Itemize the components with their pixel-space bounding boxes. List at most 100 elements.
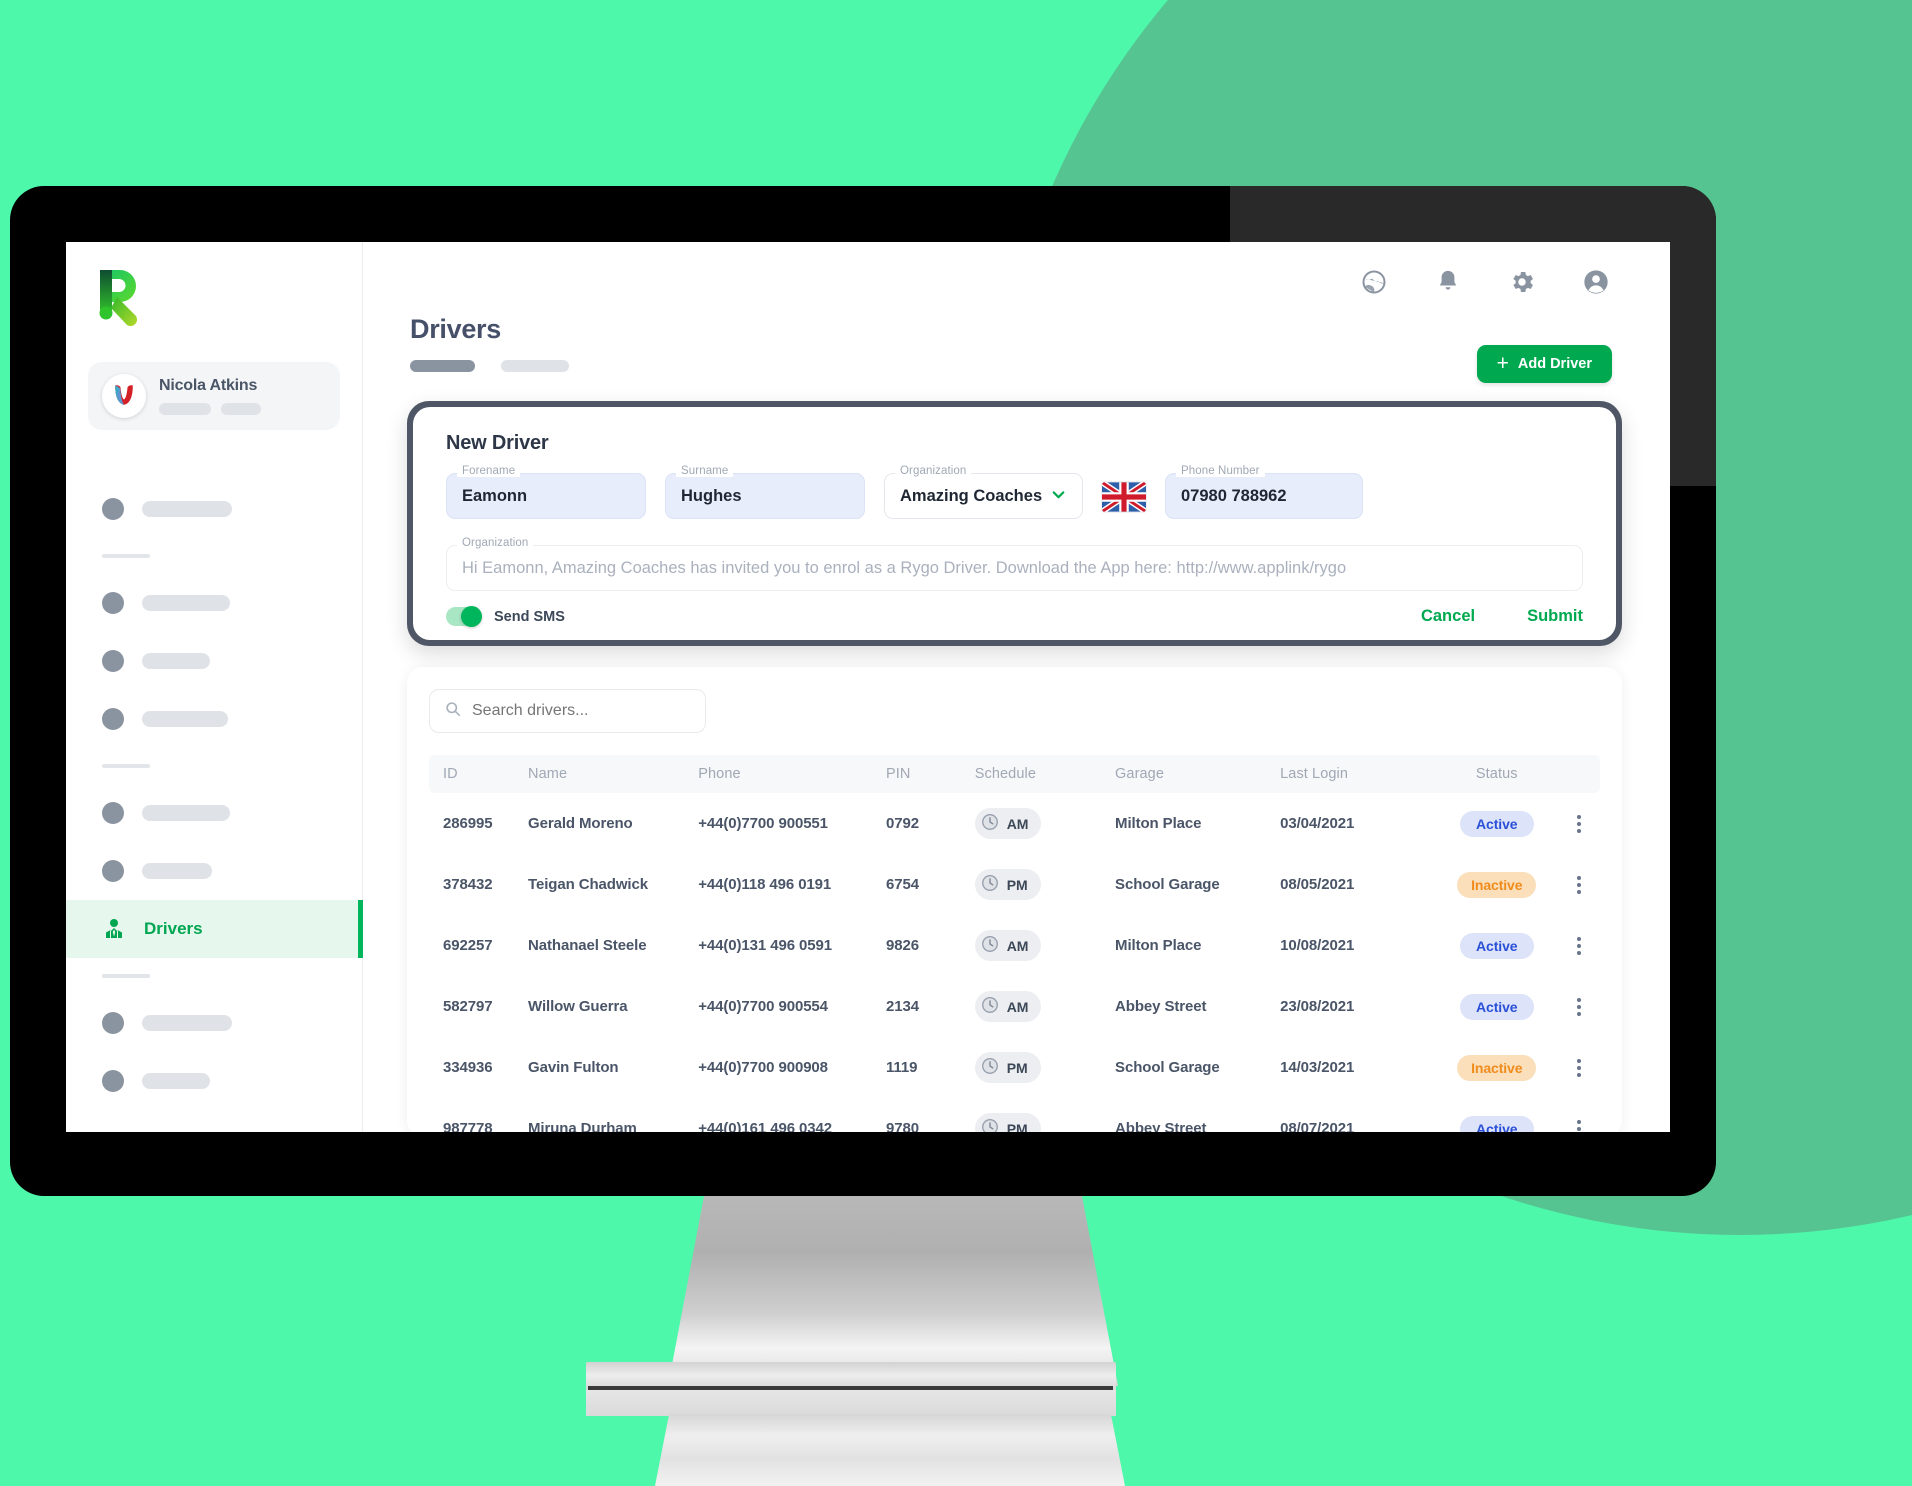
kebab-menu-icon[interactable] [1559, 1058, 1600, 1077]
invite-message-field[interactable]: Organization Hi Eamonn, Amazing Coaches … [446, 537, 1583, 591]
table-row[interactable]: 692257 Nathanael Steele +44(0)131 496 0591… [429, 915, 1600, 976]
nav-label-skeleton [142, 501, 232, 517]
column-header-phone[interactable]: Phone [698, 755, 886, 793]
cancel-button[interactable]: Cancel [1421, 607, 1475, 626]
phone-number-label: Phone Number [1176, 465, 1265, 477]
column-header-pin[interactable]: PIN [886, 755, 975, 793]
surname-input[interactable]: Hughes [665, 473, 865, 519]
sidebar-item-placeholder[interactable] [66, 784, 363, 842]
organization-field[interactable]: Organization Amazing Coaches [884, 465, 1083, 519]
sidebar-item-placeholder[interactable] [66, 632, 363, 690]
gear-icon[interactable] [1508, 268, 1536, 296]
add-driver-button[interactable]: + Add Driver [1476, 345, 1612, 383]
skeleton-bar [410, 360, 475, 372]
cell-garage: School Garage [1115, 876, 1220, 893]
cell-row-menu[interactable] [1559, 976, 1600, 1037]
column-header-menu [1559, 755, 1600, 793]
surname-field[interactable]: Surname Hughes [665, 465, 865, 519]
table-row[interactable]: 286995 Gerald Moreno +44(0)7700 900551 0792… [429, 793, 1600, 854]
forename-field[interactable]: Forename Eamonn [446, 465, 646, 519]
bell-icon[interactable] [1434, 268, 1462, 296]
column-header-garage[interactable]: Garage [1115, 755, 1280, 793]
cell-last-login: 23/08/2021 [1280, 998, 1355, 1015]
invite-message-input[interactable]: Hi Eamonn, Amazing Coaches has invited y… [446, 545, 1583, 591]
sidebar-item-placeholder[interactable] [66, 1052, 363, 1110]
chevron-down-icon [1050, 486, 1067, 507]
cell-row-menu[interactable] [1559, 1098, 1600, 1132]
rygo-r-logo-icon[interactable] [92, 264, 154, 327]
cell-last-login: 14/03/2021 [1280, 1059, 1355, 1076]
new-driver-card: New Driver Forename Eamonn Surname Hughe… [407, 401, 1622, 646]
profile-card[interactable]: Nicola Atkins [88, 362, 340, 430]
page-subtitle-skeleton [410, 360, 569, 372]
monitor-stand-neck [668, 1196, 1118, 1386]
drivers-table-head: ID Name Phone PIN Schedule Garage Last L… [429, 755, 1600, 793]
schedule-chip: PM [974, 1052, 1041, 1083]
form-footer: Send SMS Cancel Submit [446, 606, 1583, 627]
monitor-frame: Nicola Atkins Drivers Drivers + Add Driv… [10, 186, 1716, 1196]
schedule-chip: AM [974, 930, 1042, 961]
kebab-menu-icon[interactable] [1559, 936, 1600, 955]
form-fields-row: Forename Eamonn Surname Hughes Organizat… [446, 465, 1583, 519]
cell-status: Active [1435, 1098, 1559, 1132]
cell-schedule: PM [974, 1098, 1115, 1132]
send-sms-toggle[interactable] [446, 606, 482, 627]
submit-button[interactable]: Submit [1527, 607, 1583, 626]
sidebar-item-placeholder[interactable] [66, 690, 363, 748]
cell-row-menu[interactable] [1559, 915, 1600, 976]
phone-number-field[interactable]: Phone Number 07980 788962 [1165, 465, 1363, 519]
forename-input[interactable]: Eamonn [446, 473, 646, 519]
cell-status: Inactive [1435, 854, 1559, 915]
cell-name: Teigan Chadwick [528, 876, 648, 893]
cell-row-menu[interactable] [1559, 793, 1600, 854]
account-circle-icon[interactable] [1582, 268, 1610, 296]
column-header-schedule[interactable]: Schedule [975, 755, 1115, 793]
search-drivers-box[interactable] [429, 689, 706, 733]
monitor-stand-foot [655, 1414, 1125, 1486]
cell-row-menu[interactable] [1559, 854, 1600, 915]
column-header-id[interactable]: ID [429, 755, 528, 793]
organization-label: Organization [895, 465, 972, 477]
nav-dot-icon [102, 1012, 124, 1034]
nav-label-skeleton [142, 595, 230, 611]
search-input[interactable] [472, 702, 690, 720]
uk-flag-icon [1102, 482, 1146, 512]
cell-garage: Abbey Street [1115, 998, 1207, 1015]
sidebar-item-placeholder[interactable] [66, 574, 363, 632]
kebab-menu-icon[interactable] [1559, 814, 1600, 833]
organization-select[interactable]: Amazing Coaches [884, 473, 1083, 519]
sidebar-item-placeholder[interactable] [66, 480, 363, 538]
cell-garage: School Garage [1115, 1059, 1220, 1076]
kebab-menu-icon[interactable] [1559, 997, 1600, 1016]
nav-label-skeleton [142, 805, 230, 821]
globe-icon[interactable] [1360, 268, 1388, 296]
cell-row-menu[interactable] [1559, 1037, 1600, 1098]
search-icon [445, 701, 461, 722]
sidebar-nav: Drivers [66, 480, 363, 1110]
plus-icon: + [1496, 351, 1509, 375]
column-header-name[interactable]: Name [528, 755, 698, 793]
kebab-menu-icon[interactable] [1559, 1119, 1600, 1133]
invite-message-label: Organization [457, 537, 534, 549]
sidebar-item-placeholder[interactable] [66, 994, 363, 1052]
send-sms-toggle-group[interactable]: Send SMS [446, 606, 565, 627]
topbar-actions [1360, 268, 1610, 296]
cell-name: Gavin Fulton [528, 1059, 619, 1076]
table-row[interactable]: 987778 Miruna Durham +44(0)161 496 0342 978… [429, 1098, 1600, 1132]
organization-selected-value: Amazing Coaches [900, 486, 1043, 505]
add-driver-button-label: Add Driver [1517, 356, 1592, 372]
sidebar-item-drivers[interactable]: Drivers [66, 900, 363, 958]
send-sms-label: Send SMS [494, 608, 565, 625]
table-row[interactable]: 378432 Teigan Chadwick +44(0)118 496 0191 6… [429, 854, 1600, 915]
cell-id: 334936 [443, 1059, 493, 1076]
sidebar-item-placeholder[interactable] [66, 842, 363, 900]
table-row[interactable]: 582797 Willow Guerra +44(0)7700 900554 2134… [429, 976, 1600, 1037]
cell-last-login: 08/05/2021 [1280, 876, 1355, 893]
column-header-last-login[interactable]: Last Login [1280, 755, 1435, 793]
column-header-status[interactable]: Status [1435, 755, 1559, 793]
kebab-menu-icon[interactable] [1559, 875, 1600, 894]
table-row[interactable]: 334936 Gavin Fulton +44(0)7700 900908 1119 P… [429, 1037, 1600, 1098]
phone-number-input[interactable]: 07980 788962 [1165, 473, 1363, 519]
schedule-chip: PM [974, 1113, 1041, 1132]
cell-pin: 6754 [886, 876, 919, 893]
